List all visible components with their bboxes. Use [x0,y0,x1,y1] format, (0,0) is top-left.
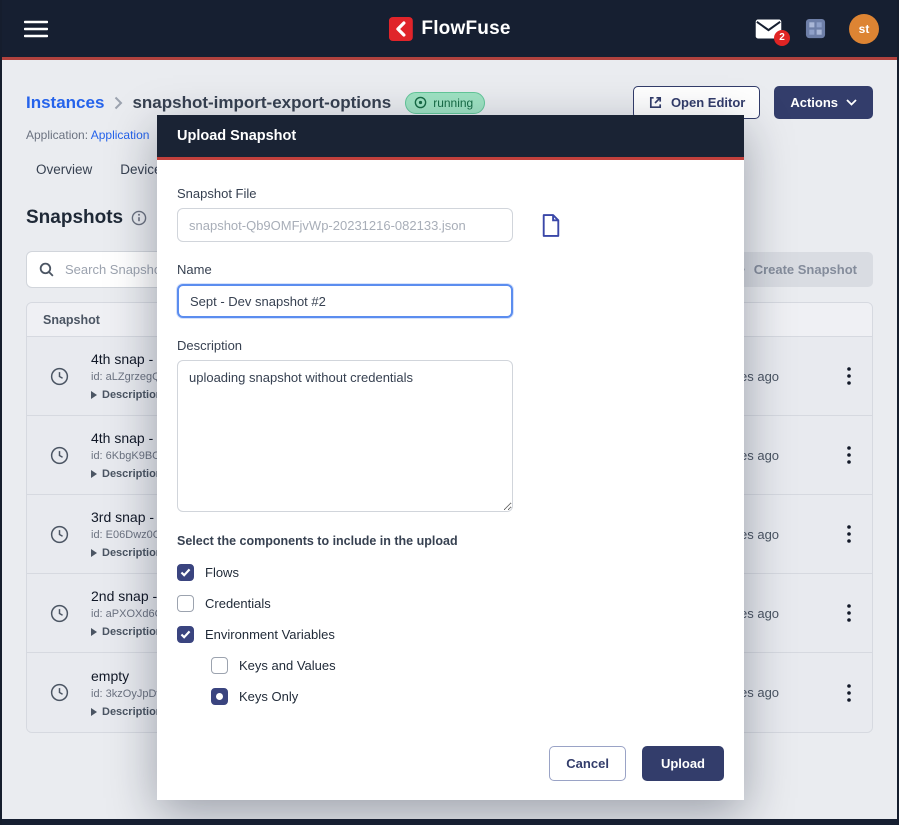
app-root: FlowFuse 2 st Instances snapsho [0,0,899,825]
description-toggle-label: Description [102,389,163,401]
create-snapshot-label: Create Snapshot [754,262,857,277]
triangle-right-icon [91,391,97,399]
credentials-label[interactable]: Credentials [205,596,271,611]
keys-and-values-label[interactable]: Keys and Values [239,658,336,673]
clock-icon [27,682,91,703]
document-icon [540,213,562,238]
triangle-right-icon [91,549,97,557]
open-editor-icon [648,95,663,110]
keys-only-label[interactable]: Keys Only [239,689,298,704]
snapshot-time: es ago [730,369,826,384]
chevron-right-icon [113,96,123,110]
check-icon [180,630,191,639]
environment-variables-label[interactable]: Environment Variables [205,627,335,642]
kebab-menu-icon[interactable] [843,442,855,468]
option-credentials: Credentials [177,595,724,612]
description-toggle-label: Description [102,706,163,718]
kebab-menu-icon[interactable] [843,600,855,626]
description-toggle-label: Description [102,547,163,559]
notification-badge: 2 [774,30,790,46]
file-picker-button[interactable] [540,213,562,238]
flows-checkbox[interactable] [177,564,194,581]
bottom-bar [2,819,897,825]
notifications-button[interactable]: 2 [755,19,782,39]
modal-header: Upload Snapshot [157,115,744,160]
snapshot-time: es ago [730,527,826,542]
cancel-button[interactable]: Cancel [549,746,626,781]
hamburger-menu-icon[interactable] [20,16,52,42]
page-title: snapshot-import-export-options [132,93,391,113]
keys-and-values-radio[interactable] [211,657,228,674]
option-flows: Flows [177,564,724,581]
actions-button[interactable]: Actions [774,86,873,119]
status-badge-label: running [433,96,473,110]
flows-label[interactable]: Flows [205,565,239,580]
triangle-right-icon [91,628,97,636]
snapshot-time: es ago [730,606,826,621]
modal-footer: Cancel Upload [157,746,744,800]
snapshot-file-row [177,208,724,242]
user-avatar[interactable]: st [849,14,879,44]
name-label: Name [177,262,724,277]
flowfuse-logo-icon [388,17,412,41]
column-header-snapshot: Snapshot [43,313,100,327]
snapshot-file-label: Snapshot File [177,186,724,201]
row-actions [826,521,872,547]
description-textarea[interactable]: uploading snapshot without credentials [177,360,513,512]
upload-snapshot-modal: Upload Snapshot Snapshot File Name Descr… [157,115,744,800]
navbar-right: 2 st [755,14,879,44]
snapshot-time: es ago [730,448,826,463]
radio-dot-icon [216,693,223,700]
running-status-icon [414,96,427,109]
actions-label: Actions [790,95,838,110]
kebab-menu-icon[interactable] [843,521,855,547]
keys-only-radio[interactable] [211,688,228,705]
brand-name: FlowFuse [421,18,510,40]
application-label: Application: [26,128,88,142]
check-icon [180,568,191,577]
name-field-block: Name [177,262,724,318]
snapshot-file-input[interactable] [177,208,513,242]
info-icon[interactable] [131,210,147,226]
brand: FlowFuse [388,17,510,41]
option-keys-only: Keys Only [211,688,724,705]
chevron-down-icon [846,99,857,106]
upload-button[interactable]: Upload [642,746,724,781]
credentials-checkbox[interactable] [177,595,194,612]
tab-device[interactable]: Device [120,162,161,177]
clock-icon [27,445,91,466]
option-keys-and-values: Keys and Values [211,657,724,674]
triangle-right-icon [91,470,97,478]
clock-icon [27,603,91,624]
description-toggle-label: Description [102,626,163,638]
row-actions [826,442,872,468]
name-input[interactable] [177,284,513,318]
modal-title: Upload Snapshot [177,128,296,144]
modal-body: Snapshot File Name Description uploading… [157,160,744,746]
option-environment-variables: Environment Variables [177,626,724,643]
team-switcher-button[interactable] [802,15,829,42]
application-link[interactable]: Application [91,128,150,142]
row-actions [826,600,872,626]
clock-icon [27,366,91,387]
row-actions [826,363,872,389]
description-toggle-label: Description [102,468,163,480]
tab-overview[interactable]: Overview [36,162,92,177]
triangle-right-icon [91,708,97,716]
environment-variables-checkbox[interactable] [177,626,194,643]
top-navbar: FlowFuse 2 st [2,0,897,57]
open-editor-label: Open Editor [671,95,745,110]
snapshots-heading: Snapshots [26,207,123,229]
kebab-menu-icon[interactable] [843,680,855,706]
chip-icon [802,15,829,42]
components-label: Select the components to include in the … [177,534,724,548]
status-badge: running [405,92,485,114]
kebab-menu-icon[interactable] [843,363,855,389]
breadcrumb-instances-link[interactable]: Instances [26,93,104,113]
description-label: Description [177,338,724,353]
snapshot-time: es ago [730,685,826,700]
clock-icon [27,524,91,545]
row-actions [826,680,872,706]
